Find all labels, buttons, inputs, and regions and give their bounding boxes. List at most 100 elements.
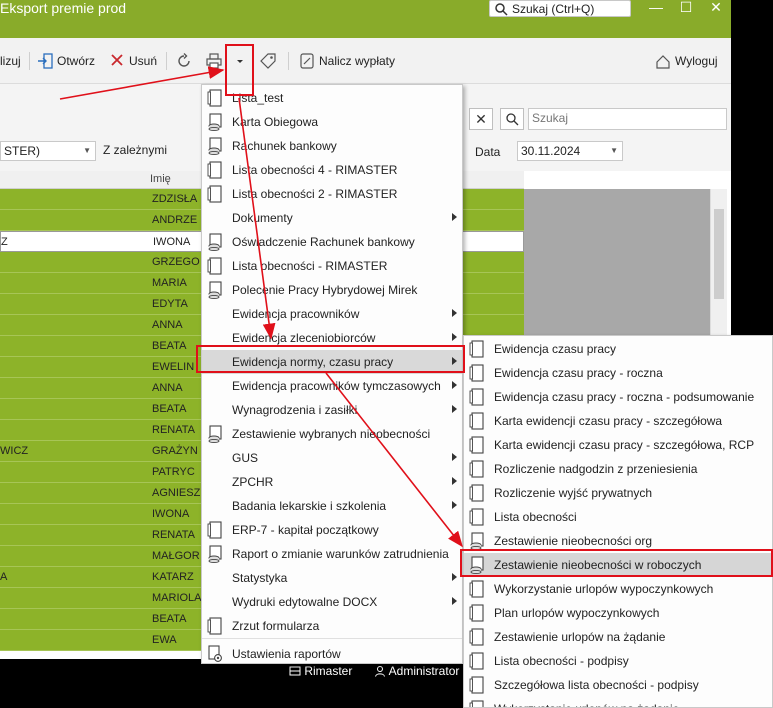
print-menu-item[interactable]: Ustawienia raportów: [202, 642, 462, 666]
menu-item-label: Ewidencja czasu pracy - roczna: [494, 366, 663, 380]
date-picker[interactable]: 30.11.2024 ▼: [517, 141, 623, 161]
annotation-box-time-records: [196, 345, 465, 373]
chevron-right-icon: [452, 501, 457, 509]
print-menu-item[interactable]: Lista obecności - RIMASTER: [202, 254, 462, 278]
department-combo[interactable]: STER) ▼: [0, 141, 96, 161]
analyze-button[interactable]: lizuj: [0, 50, 21, 72]
time-menu-item[interactable]: Rozliczenie wyjść prywatnych: [464, 481, 772, 505]
print-menu-item[interactable]: GUS: [202, 446, 462, 470]
toolbar-divider: [288, 52, 289, 70]
print-menu-item[interactable]: Rachunek bankowy: [202, 134, 462, 158]
print-menu-item[interactable]: Zestawienie wybranych nieobecności: [202, 422, 462, 446]
print-menu-item[interactable]: Oświadczenie Rachunek bankowy: [202, 230, 462, 254]
cell-first-name: MARIOLA: [152, 592, 202, 604]
report-page-icon: [207, 89, 223, 107]
time-menu-item[interactable]: Wykorzystanie urlopów na żądanie: [464, 697, 772, 707]
tag-button[interactable]: [260, 50, 278, 72]
chevron-right-icon: [452, 309, 457, 317]
time-menu-item[interactable]: Lista obecności: [464, 505, 772, 529]
logout-icon: [656, 55, 670, 69]
time-menu-item[interactable]: Ewidencja czasu pracy - roczna: [464, 361, 772, 385]
chevron-down-icon: ▼: [610, 146, 618, 155]
report-db-icon: [207, 233, 223, 252]
time-records-submenu: Ewidencja czasu pracy Ewidencja czasu pra…: [463, 335, 773, 708]
report-db-icon: [207, 137, 223, 156]
report-page-icon: [469, 460, 485, 478]
cell-first-name: ANNA: [152, 382, 183, 394]
open-button[interactable]: Otwórz: [37, 50, 99, 72]
logout-button[interactable]: Wyloguj: [655, 50, 721, 72]
dependents-label: Z zależnymi: [103, 143, 168, 157]
cell-first-name: PATRYC: [152, 466, 195, 478]
print-menu-item[interactable]: Wydruki edytowalne DOCX: [202, 590, 462, 614]
print-menu-item[interactable]: Polecenie Pracy Hybrydowej Mirek: [202, 278, 462, 302]
print-menu-item[interactable]: ZPCHR: [202, 470, 462, 494]
print-menu-item[interactable]: Statystyka: [202, 566, 462, 590]
menu-item-label: Karta Obiegowa: [232, 115, 319, 129]
menu-item-label: Wynagrodzenia i zasiłki: [232, 403, 358, 417]
print-menu-item[interactable]: Karta Obiegowa: [202, 110, 462, 134]
report-db-icon: [469, 532, 485, 551]
minimize-button[interactable]: —: [643, 0, 669, 17]
clear-search-button[interactable]: ✕: [469, 108, 493, 130]
cell-first-name: IWONA: [153, 236, 191, 248]
report-page-icon: [469, 700, 485, 707]
report-page-icon: [207, 617, 223, 635]
print-menu-item[interactable]: ERP-7 - kapitał początkowy: [202, 518, 462, 542]
close-window-button[interactable]: ✕: [703, 0, 729, 17]
time-menu-item[interactable]: Zestawienie urlopów na żądanie: [464, 625, 772, 649]
menu-item-label: Rachunek bankowy: [232, 139, 337, 153]
cell-first-name: RENATA: [152, 529, 195, 541]
menu-item-label: Ewidencja czasu pracy - roczna - podsumo…: [494, 390, 755, 404]
print-menu-item[interactable]: Zrzut formularza: [202, 614, 462, 638]
time-menu-item[interactable]: Wykorzystanie urlopów wypoczynkowych: [464, 577, 772, 601]
print-menu-item[interactable]: Badania lekarskie i szkolenia: [202, 494, 462, 518]
report-page-icon: [207, 161, 223, 179]
refresh-icon: [178, 53, 190, 67]
user-label: Administrator: [388, 664, 460, 678]
delete-button[interactable]: Usuń: [110, 50, 160, 72]
time-menu-item[interactable]: Ewidencja czasu pracy: [464, 337, 772, 361]
annotation-box-print-dropdown: [225, 44, 254, 96]
column-header-first-name[interactable]: Imię: [150, 173, 171, 185]
cell-first-name: ANNA: [152, 319, 183, 331]
print-menu-item[interactable]: Dokumenty: [202, 206, 462, 230]
menu-item-label: Ustawienia raportów: [232, 647, 341, 661]
print-menu-item[interactable]: Ewidencja pracowników tymczasowych: [202, 374, 462, 398]
menu-item-label: Karta ewidencji czasu pracy - szczegółow…: [494, 438, 755, 452]
menu-item-label: Szczegółowa lista obecności - podpisy: [494, 678, 699, 692]
time-menu-item[interactable]: Karta ewidencji czasu pracy - szczegółow…: [464, 433, 772, 457]
print-menu-item[interactable]: Ewidencja pracowników: [202, 302, 462, 326]
search-options-button[interactable]: [500, 108, 524, 130]
time-menu-item[interactable]: Lista obecności - podpisy: [464, 649, 772, 673]
menu-item-label: Polecenie Pracy Hybrydowej Mirek: [232, 283, 418, 297]
refresh-button[interactable]: [176, 50, 194, 72]
print-menu-item[interactable]: Lista obecności 2 - RIMASTER: [202, 182, 462, 206]
report-page-icon: [469, 436, 485, 454]
scrollbar-thumb[interactable]: [714, 209, 724, 299]
time-menu-item[interactable]: Szczegółowa lista obecności - podpisy: [464, 673, 772, 697]
analyze-label: lizuj: [0, 54, 21, 68]
global-search-box[interactable]: Szukaj (Ctrl+Q): [489, 0, 631, 17]
cell-surname: Z: [1, 236, 8, 248]
menu-item-label: Lista obecności 4 - RIMASTER: [232, 163, 398, 177]
time-menu-item[interactable]: Karta ewidencji czasu pracy - szczegółow…: [464, 409, 772, 433]
database-label: Rimaster: [304, 664, 353, 678]
print-menu-item[interactable]: Wynagrodzenia i zasiłki: [202, 398, 462, 422]
print-button[interactable]: [206, 50, 224, 72]
time-menu-item[interactable]: Ewidencja czasu pracy - roczna - podsumo…: [464, 385, 772, 409]
time-menu-item[interactable]: Rozliczenie nadgodzin z przeniesienia: [464, 457, 772, 481]
print-reports-menu: Lista_test Karta Obiegowa Rachunek bankowy…: [201, 84, 463, 664]
report-db-icon: [207, 545, 223, 564]
print-menu-item[interactable]: Raport o zmianie warunków zatrudnienia: [202, 542, 462, 566]
report-page-icon: [469, 388, 485, 406]
maximize-button[interactable]: ☐: [673, 0, 699, 17]
report-page-icon: [469, 340, 485, 358]
grid-search-input[interactable]: Szukaj: [528, 108, 727, 130]
chevron-right-icon: [452, 597, 457, 605]
calculate-payments-button[interactable]: Nalicz wypłaty: [299, 50, 409, 72]
chevron-right-icon: [452, 213, 457, 221]
menu-item-label: Rozliczenie wyjść prywatnych: [494, 486, 653, 500]
time-menu-item[interactable]: Plan urlopów wypoczynkowych: [464, 601, 772, 625]
print-menu-item[interactable]: Lista obecności 4 - RIMASTER: [202, 158, 462, 182]
